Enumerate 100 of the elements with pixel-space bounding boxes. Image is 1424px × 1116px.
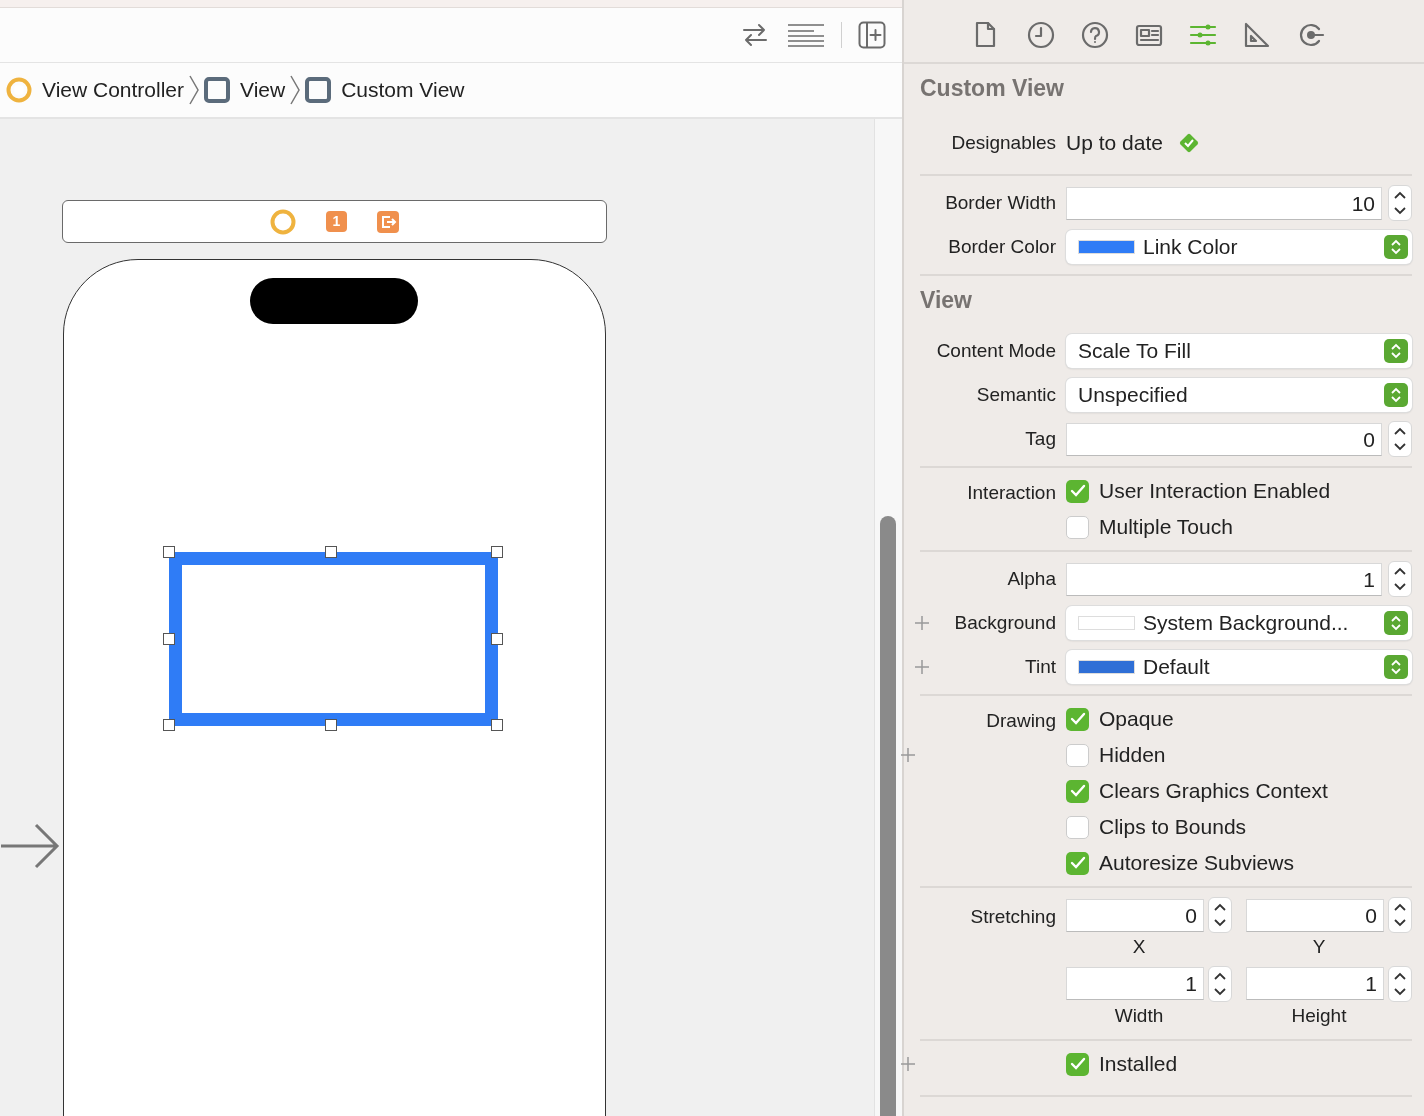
field-caption: X	[1132, 936, 1146, 957]
connections-icon	[1297, 21, 1325, 49]
field-caption: Height	[1291, 1004, 1347, 1026]
resize-handle[interactable]	[163, 546, 175, 558]
field-label: Alpha	[1007, 567, 1056, 589]
breadcrumb-item[interactable]: Custom View	[301, 74, 469, 106]
checkbox-label: Clips to Bounds	[1099, 814, 1247, 841]
color-dropdown[interactable]: Link Color	[1066, 230, 1412, 264]
up-down-icon	[1390, 387, 1402, 403]
field-label: Tint	[1025, 655, 1056, 677]
stepper-control[interactable]	[1388, 561, 1412, 597]
up-down-icon	[1213, 902, 1227, 928]
up-down-icon	[1390, 659, 1402, 675]
checkbox-label: Hidden	[1099, 742, 1166, 769]
number-field[interactable]: 0	[1066, 422, 1382, 456]
dropdown[interactable]: Scale To Fill	[1066, 334, 1412, 368]
swap-arrows-icon	[741, 22, 769, 48]
field-label: Stretching	[970, 906, 1056, 927]
field-label: Designables	[951, 131, 1056, 153]
field-label: Border Color	[948, 235, 1056, 257]
add-editor-button[interactable]	[856, 19, 888, 51]
up-down-icon	[1213, 970, 1227, 997]
stepper-control[interactable]	[1388, 965, 1412, 1002]
color-dropdown[interactable]: System Background...	[1066, 606, 1412, 640]
field-label: Semantic	[976, 383, 1056, 405]
field-label: Drawing	[986, 710, 1056, 731]
number-field[interactable]: 0	[1246, 898, 1384, 932]
resize-handle[interactable]	[163, 719, 175, 731]
number-field[interactable]: 1	[1246, 967, 1384, 1000]
checkbox[interactable]	[1066, 707, 1089, 731]
square-icon	[305, 77, 332, 103]
field-label: Interaction	[967, 482, 1056, 503]
color-dropdown[interactable]: Default	[1066, 650, 1412, 684]
dropdown[interactable]: Unspecified	[1066, 378, 1412, 412]
checkbox[interactable]	[1066, 515, 1089, 539]
number-field[interactable]: 10	[1066, 186, 1382, 220]
scroll-thumb[interactable]	[880, 516, 896, 1116]
checkbox[interactable]	[1066, 815, 1089, 839]
field-label: Tag	[1025, 427, 1056, 449]
up-down-icon	[1390, 615, 1402, 631]
breadcrumb-item[interactable]: View Controller	[2, 74, 188, 106]
checkbox[interactable]	[1066, 851, 1089, 875]
help-inspector-tab[interactable]	[1081, 21, 1109, 49]
field-caption: Y	[1312, 936, 1326, 957]
up-down-icon	[1390, 239, 1402, 255]
stepper-control[interactable]	[1208, 965, 1232, 1002]
size-inspector-tab[interactable]	[1243, 21, 1271, 49]
check-icon	[1069, 711, 1086, 727]
check-icon	[1069, 783, 1086, 799]
custom-view[interactable]	[169, 552, 498, 726]
up-down-icon	[1393, 970, 1407, 997]
resize-handle[interactable]	[491, 719, 503, 731]
checkbox[interactable]	[1066, 743, 1089, 767]
controller-icon	[6, 77, 32, 103]
up-down-icon	[1393, 566, 1407, 592]
resize-handle[interactable]	[491, 633, 503, 645]
resize-handle[interactable]	[491, 546, 503, 558]
up-down-icon	[1393, 190, 1407, 216]
section-title: View	[920, 285, 973, 315]
stepper-control[interactable]	[1388, 897, 1412, 933]
checkbox-label: Autoresize Subviews	[1099, 850, 1294, 877]
status-text: Up to date	[1066, 130, 1163, 157]
checkbox[interactable]	[1066, 779, 1089, 803]
size-icon	[1243, 21, 1271, 49]
controller-icon	[270, 208, 296, 235]
field-label: Content Mode	[936, 339, 1056, 361]
checkbox[interactable]	[1066, 1052, 1089, 1076]
connections-inspector-tab[interactable]	[1297, 21, 1325, 49]
square-icon	[204, 77, 230, 103]
history-inspector-tab[interactable]	[1027, 21, 1055, 49]
stepper-control[interactable]	[1388, 421, 1412, 457]
up-down-icon	[1390, 343, 1402, 359]
checkbox-label: Clears Graphics Context	[1099, 778, 1328, 805]
stepper-control[interactable]	[1388, 185, 1412, 221]
checkbox[interactable]	[1066, 479, 1089, 503]
check-icon	[1069, 1056, 1086, 1072]
check-icon	[1069, 855, 1086, 871]
help-icon	[1081, 21, 1109, 49]
chevron-icon	[289, 75, 302, 105]
field-label: Background	[954, 611, 1056, 633]
check-icon	[1069, 483, 1086, 499]
history-icon	[1027, 21, 1055, 49]
number-field[interactable]: 0	[1066, 898, 1204, 932]
resize-handle[interactable]	[325, 719, 337, 731]
lines-icon	[787, 22, 825, 48]
checkbox-label: User Interaction Enabled	[1099, 478, 1331, 505]
number-field[interactable]: 1	[1066, 562, 1382, 596]
resize-handle[interactable]	[163, 633, 175, 645]
checkbox-label: Multiple Touch	[1099, 514, 1233, 541]
up-down-icon	[1393, 426, 1407, 452]
add-editor-icon	[858, 21, 886, 49]
exit-icon[interactable]	[377, 210, 399, 233]
breadcrumb-item[interactable]: View	[200, 74, 290, 106]
chevron-icon	[188, 75, 200, 105]
checkbox-label: Installed	[1099, 1051, 1178, 1078]
stepper-control[interactable]	[1208, 897, 1232, 933]
field-label: Border Width	[945, 191, 1056, 213]
checkbox-label: Opaque	[1099, 706, 1174, 733]
number-field[interactable]: 1	[1066, 967, 1204, 1000]
resize-handle[interactable]	[325, 546, 337, 558]
